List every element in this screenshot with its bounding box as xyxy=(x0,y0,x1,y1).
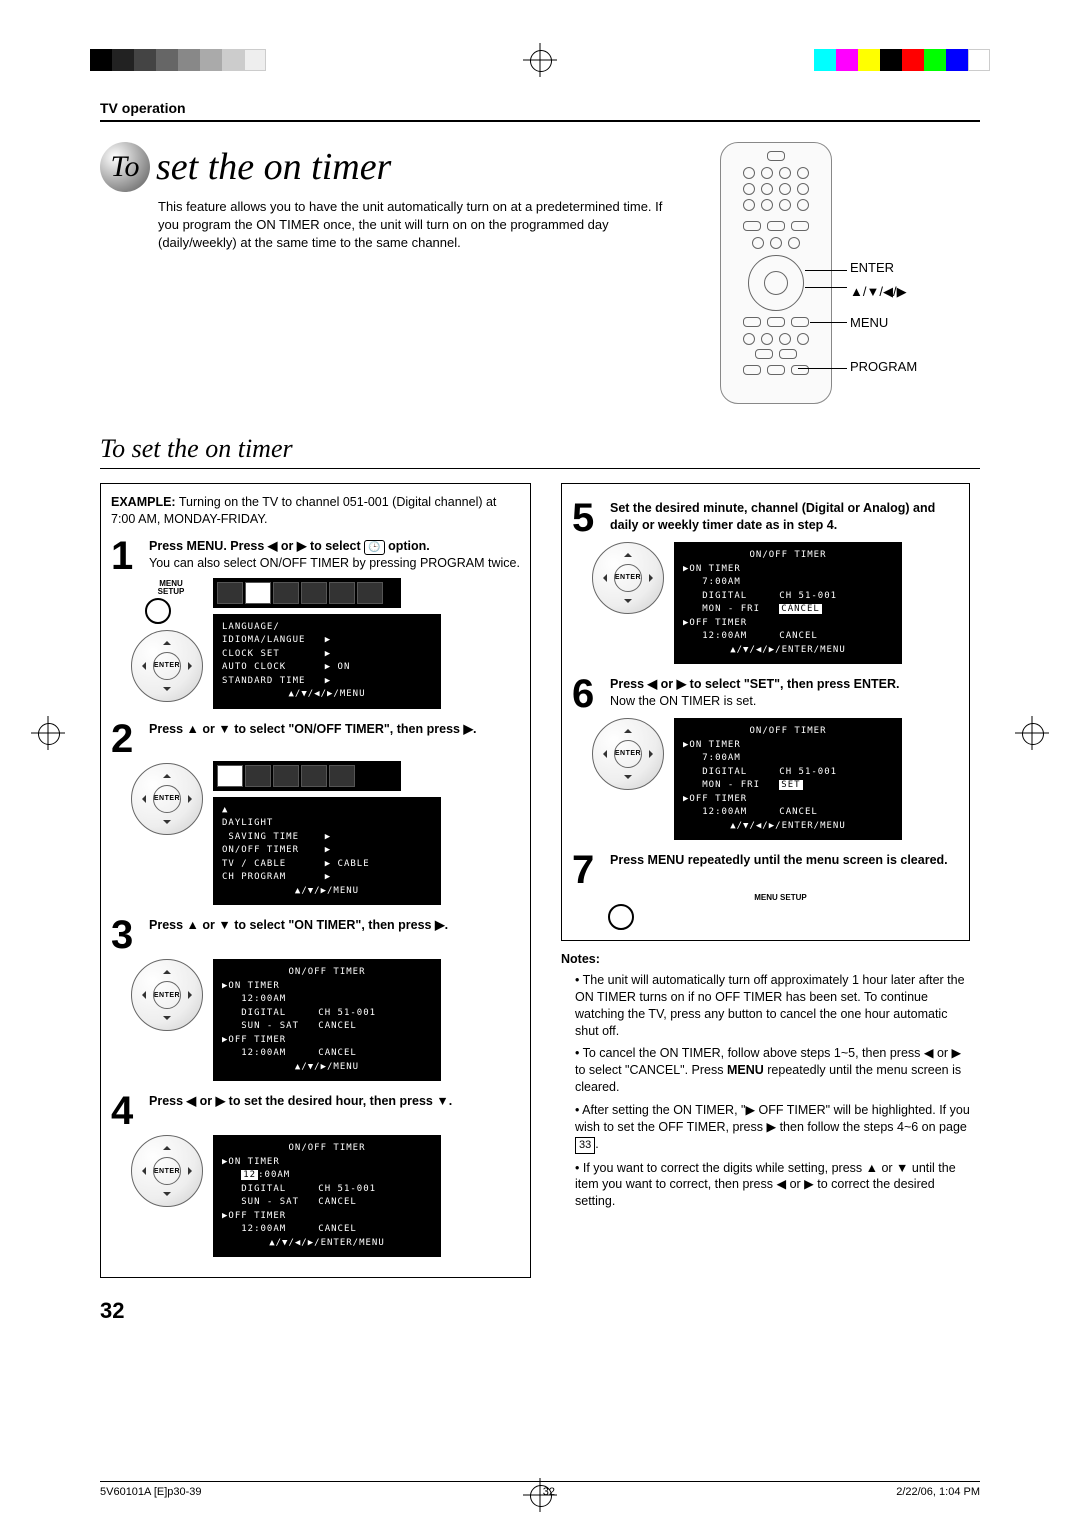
osd-tab-icons xyxy=(213,578,401,608)
osd-screen-3: ON/OFF TIMER ▶ON TIMER 12:00AM DIGITAL C… xyxy=(213,959,441,1081)
step-number: 3 xyxy=(111,917,141,953)
osd-screen-1: LANGUAGE/ IDIOMA/LANGUE ▶ CLOCK SET ▶ AU… xyxy=(213,614,441,709)
step-2-lead: Press ▲ or ▼ to select "ON/OFF TIMER", t… xyxy=(149,722,477,736)
callout-program: PROGRAM xyxy=(850,359,917,375)
remote-diagram xyxy=(720,142,832,404)
note-2: To cancel the ON TIMER, follow above ste… xyxy=(575,1045,970,1096)
step-number: 4 xyxy=(111,1093,141,1129)
step-2: 2 Press ▲ or ▼ to select "ON/OFF TIMER",… xyxy=(111,721,520,757)
step-6-body: Now the ON TIMER is set. xyxy=(610,693,959,710)
page-number: 32 xyxy=(100,1298,980,1324)
osd-screen-4: ON/OFF TIMER ▶ON TIMER 12:00AM DIGITAL C… xyxy=(213,1135,441,1257)
grayscale-bar xyxy=(90,49,266,71)
registration-mark-bottom-icon xyxy=(527,1482,553,1508)
dpad-icon: ENTER xyxy=(131,1135,203,1207)
footer-left: 5V60101A [E]p30-39 xyxy=(100,1486,202,1498)
step-1-body: You can also select ON/OFF TIMER by pres… xyxy=(149,555,520,572)
title-sphere-icon: To xyxy=(100,142,150,192)
leader-line xyxy=(798,368,847,369)
registration-strip xyxy=(0,40,1080,80)
step-number: 6 xyxy=(572,676,602,712)
section-header: TV operation xyxy=(100,100,980,116)
right-column: 5 Set the desired minute, channel (Digit… xyxy=(551,483,980,1278)
step-1-lead-a: Press MENU. Press ◀ or ▶ to select xyxy=(149,539,364,553)
step-7: 7 Press MENU repeatedly until the menu s… xyxy=(572,852,959,888)
step-3-lead: Press ▲ or ▼ to select "ON TIMER", then … xyxy=(149,918,448,932)
subheading-rule xyxy=(100,468,980,469)
osd-screen-6: ON/OFF TIMER ▶ON TIMER 7:00AM DIGITAL CH… xyxy=(674,718,902,840)
step-3: 3 Press ▲ or ▼ to select "ON TIMER", the… xyxy=(111,917,520,953)
dpad-icon: ENTER xyxy=(131,959,203,1031)
menu-button-icon xyxy=(145,598,171,624)
remote-callouts: ENTER ▲/▼/◀/▶ MENU PROGRAM xyxy=(850,142,917,374)
manual-page: TV operation To set the on timer This fe… xyxy=(0,0,1080,1528)
registration-mark-icon xyxy=(527,47,553,73)
remote-dpad-icon xyxy=(748,255,804,311)
step-5: 5 Set the desired minute, channel (Digit… xyxy=(572,500,959,536)
footer-right: 2/22/06, 1:04 PM xyxy=(896,1486,980,1498)
dpad-icon: ENTER xyxy=(592,542,664,614)
registration-mark-left-icon xyxy=(35,720,61,746)
dpad-icon: ENTER xyxy=(131,630,203,702)
osd-screen-5: ON/OFF TIMER ▶ON TIMER 7:00AM DIGITAL CH… xyxy=(674,542,902,664)
leader-line xyxy=(805,270,847,271)
clock-option-icon: 🕒 xyxy=(364,540,384,556)
note-1: The unit will automatically turn off app… xyxy=(575,972,970,1040)
step-number: 7 xyxy=(572,852,602,888)
step-1: 1 Press MENU. Press ◀ or ▶ to select 🕒 o… xyxy=(111,538,520,574)
left-column: EXAMPLE: Turning on the TV to channel 05… xyxy=(100,483,531,1278)
callout-arrows: ▲/▼/◀/▶ xyxy=(850,284,917,300)
callout-enter: ENTER xyxy=(850,260,917,276)
note-4: If you want to correct the digits while … xyxy=(575,1160,970,1211)
osd-tab-icons xyxy=(213,761,401,791)
step-7-lead: Press MENU repeatedly until the menu scr… xyxy=(610,853,948,867)
notes-heading: Notes: xyxy=(561,951,970,968)
title-text: set the on timer xyxy=(156,145,391,189)
subheading: To set the on timer xyxy=(100,434,980,464)
header-rule xyxy=(100,120,980,122)
registration-mark-right-icon xyxy=(1019,720,1045,746)
menu-setup-label: MENU SETUP xyxy=(602,894,959,902)
step-6: 6 Press ◀ or ▶ to select "SET", then pre… xyxy=(572,676,959,712)
menu-setup-label: MENU SETUP xyxy=(139,580,203,596)
color-bar xyxy=(814,49,990,71)
callout-menu: MENU xyxy=(850,315,917,331)
step-4-lead: Press ◀ or ▶ to set the desired hour, th… xyxy=(149,1094,452,1108)
dpad-icon: ENTER xyxy=(131,763,203,835)
menu-button-icon xyxy=(608,904,634,930)
leader-line xyxy=(810,322,847,323)
dpad-icon: ENTER xyxy=(592,718,664,790)
page-ref-box: 33 xyxy=(575,1137,595,1154)
step-number: 1 xyxy=(111,538,141,574)
step-number: 2 xyxy=(111,721,141,757)
leader-line xyxy=(805,287,847,288)
step-1-lead-b: option. xyxy=(385,539,430,553)
step-number: 5 xyxy=(572,500,602,536)
step-4: 4 Press ◀ or ▶ to set the desired hour, … xyxy=(111,1093,520,1129)
step-6-lead: Press ◀ or ▶ to select "SET", then press… xyxy=(610,677,900,691)
page-title: To set the on timer xyxy=(100,142,690,192)
example-block: EXAMPLE: Turning on the TV to channel 05… xyxy=(111,494,520,528)
example-label: EXAMPLE: xyxy=(111,495,176,509)
osd-screen-2: ▲ DAYLIGHT SAVING TIME ▶ ON/OFF TIMER ▶ … xyxy=(213,797,441,906)
notes-list: The unit will automatically turn off app… xyxy=(561,972,970,1210)
intro-paragraph: This feature allows you to have the unit… xyxy=(158,198,678,253)
step-5-lead: Set the desired minute, channel (Digital… xyxy=(610,501,935,532)
note-3: After setting the ON TIMER, "▶ OFF TIMER… xyxy=(575,1102,970,1154)
